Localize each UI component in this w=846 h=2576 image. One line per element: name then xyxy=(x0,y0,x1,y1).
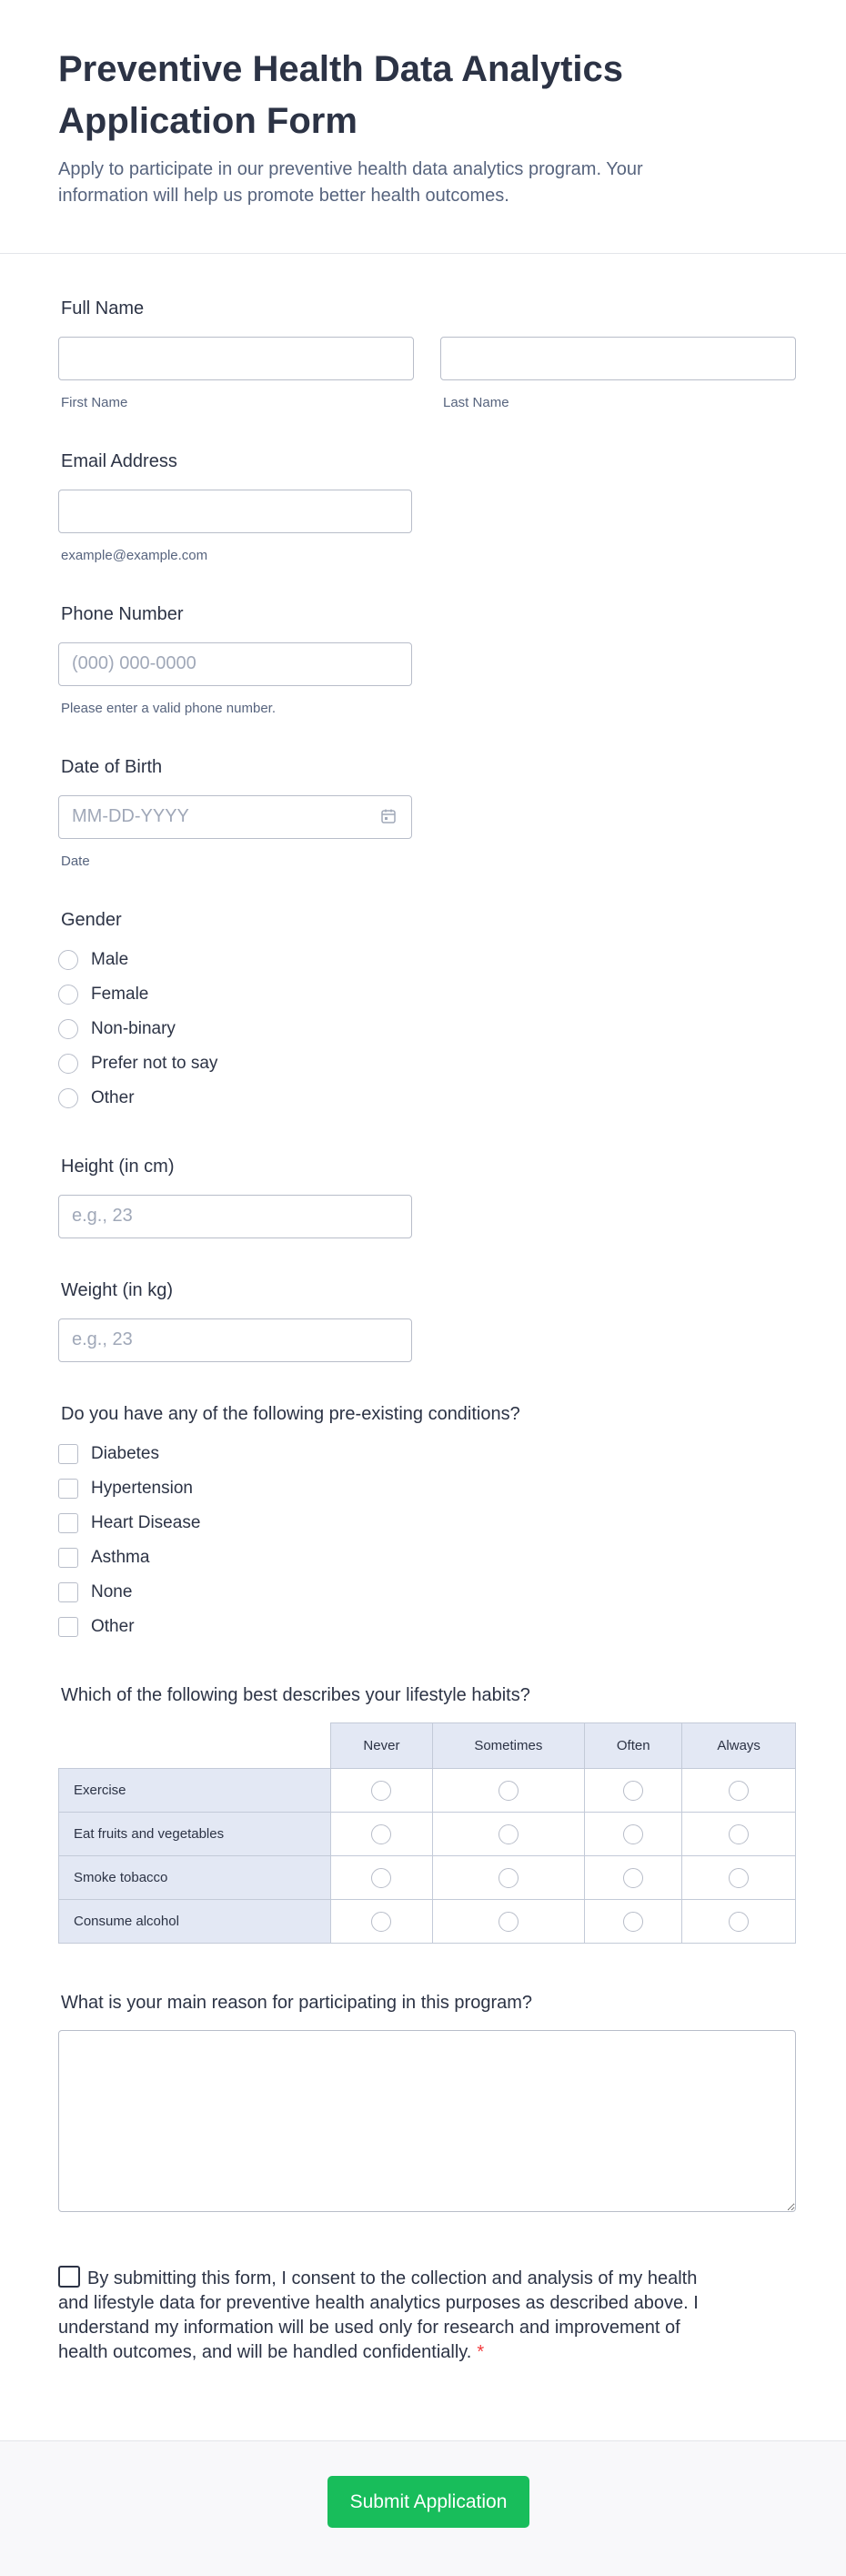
weight-label: Weight (in kg) xyxy=(61,1280,174,1300)
last-name-sublabel: Last Name xyxy=(443,395,509,410)
matrix-radio[interactable] xyxy=(623,1911,644,1932)
matrix-column-header: Often xyxy=(584,1722,683,1769)
page-subtitle: Apply to participate in our preventive h… xyxy=(58,159,643,206)
matrix-row-label: Smoke tobacco xyxy=(57,1855,332,1900)
first-name-sublabel: First Name xyxy=(61,395,128,410)
gender-option[interactable]: Female xyxy=(58,977,217,1012)
matrix-radio[interactable] xyxy=(729,1823,750,1844)
email-label: Email Address xyxy=(61,451,177,471)
matrix-radio[interactable] xyxy=(623,1780,644,1801)
condition-option[interactable]: Heart Disease xyxy=(58,1506,200,1541)
consent-checkbox[interactable] xyxy=(58,2266,80,2288)
matrix-row-label: Eat fruits and vegetables xyxy=(57,1812,332,1856)
matrix-radio[interactable] xyxy=(371,1911,392,1932)
condition-option[interactable]: None xyxy=(58,1575,200,1610)
matrix-radio[interactable] xyxy=(498,1823,519,1844)
checkbox[interactable] xyxy=(58,1617,78,1637)
matrix-row: Exercise xyxy=(57,1768,796,1813)
checkbox[interactable] xyxy=(58,1513,78,1533)
dob-input[interactable]: MM-DD-YYYY xyxy=(58,795,412,839)
matrix-column-header: Sometimes xyxy=(431,1722,586,1769)
condition-option[interactable]: Hypertension xyxy=(58,1471,200,1506)
page-title: Preventive Health Data Analytics Applica… xyxy=(58,49,623,141)
phone-sublabel: Please enter a valid phone number. xyxy=(61,701,276,716)
lifestyle-matrix: Never Sometimes Often Always Exercise Ea… xyxy=(57,1722,796,1944)
radio-button[interactable] xyxy=(58,985,78,1005)
height-input[interactable]: e.g., 23 xyxy=(58,1195,412,1238)
radio-button[interactable] xyxy=(58,1019,78,1039)
matrix-column-header: Always xyxy=(681,1722,796,1769)
email-field[interactable] xyxy=(58,490,412,533)
dob-sublabel: Date xyxy=(61,854,90,869)
matrix-radio[interactable] xyxy=(729,1867,750,1888)
last-name-input[interactable] xyxy=(440,337,796,380)
matrix-header-row: Never Sometimes Often Always xyxy=(58,1722,796,1769)
checkbox[interactable] xyxy=(58,1479,78,1499)
matrix-radio[interactable] xyxy=(729,1911,750,1932)
required-mark: * xyxy=(477,2342,485,2362)
reason-textarea[interactable] xyxy=(58,2030,796,2212)
calendar-icon[interactable] xyxy=(380,808,397,824)
matrix-row-label: Exercise xyxy=(57,1768,332,1813)
phone-input[interactable]: (000) 000-0000 xyxy=(58,642,412,686)
matrix-row: Eat fruits and vegetables xyxy=(57,1812,796,1856)
weight-input[interactable]: e.g., 23 xyxy=(58,1318,412,1362)
matrix-radio[interactable] xyxy=(623,1823,644,1844)
matrix-radio[interactable] xyxy=(498,1780,519,1801)
gender-option[interactable]: Prefer not to say xyxy=(58,1046,217,1081)
checkbox[interactable] xyxy=(58,1582,78,1602)
matrix-row: Smoke tobacco xyxy=(57,1855,796,1900)
phone-label: Phone Number xyxy=(61,604,184,624)
first-name-input[interactable] xyxy=(58,337,414,380)
submit-button[interactable]: Submit Application xyxy=(327,2476,529,2528)
lifestyle-label: Which of the following best describes yo… xyxy=(61,1685,530,1705)
consent-block: By submitting this form, I consent to th… xyxy=(58,2266,713,2365)
conditions-label: Do you have any of the following pre-exi… xyxy=(61,1404,520,1424)
matrix-radio[interactable] xyxy=(498,1911,519,1932)
reason-label: What is your main reason for participati… xyxy=(61,1993,533,2013)
consent-text: By submitting this form, I consent to th… xyxy=(58,2268,699,2362)
matrix-row-label: Consume alcohol xyxy=(57,1899,332,1944)
radio-button[interactable] xyxy=(58,950,78,970)
matrix-row: Consume alcohol xyxy=(57,1899,796,1944)
radio-button[interactable] xyxy=(58,1054,78,1074)
form-header: Preventive Health Data Analytics Applica… xyxy=(0,0,846,254)
matrix-radio[interactable] xyxy=(371,1823,392,1844)
matrix-radio[interactable] xyxy=(371,1780,392,1801)
condition-option[interactable]: Asthma xyxy=(58,1541,200,1575)
gender-label: Gender xyxy=(61,910,122,930)
full-name-label: Full Name xyxy=(61,298,145,318)
conditions-options: Diabetes Hypertension Heart Disease Asth… xyxy=(58,1437,200,1644)
condition-option[interactable]: Other xyxy=(58,1610,200,1644)
checkbox[interactable] xyxy=(58,1444,78,1464)
matrix-corner xyxy=(58,1722,332,1769)
matrix-column-header: Never xyxy=(330,1722,433,1769)
matrix-radio[interactable] xyxy=(729,1780,750,1801)
gender-options: Male Female Non-binary Prefer not to say… xyxy=(58,943,217,1116)
gender-option[interactable]: Other xyxy=(58,1081,217,1116)
dob-label: Date of Birth xyxy=(61,757,163,777)
matrix-radio[interactable] xyxy=(498,1867,519,1888)
matrix-radio[interactable] xyxy=(371,1867,392,1888)
checkbox[interactable] xyxy=(58,1548,78,1568)
condition-option[interactable]: Diabetes xyxy=(58,1437,200,1471)
email-sublabel: example@example.com xyxy=(61,548,208,563)
radio-button[interactable] xyxy=(58,1088,78,1108)
height-label: Height (in cm) xyxy=(61,1157,175,1177)
gender-option[interactable]: Non-binary xyxy=(58,1012,217,1046)
gender-option[interactable]: Male xyxy=(58,943,217,977)
matrix-radio[interactable] xyxy=(623,1867,644,1888)
